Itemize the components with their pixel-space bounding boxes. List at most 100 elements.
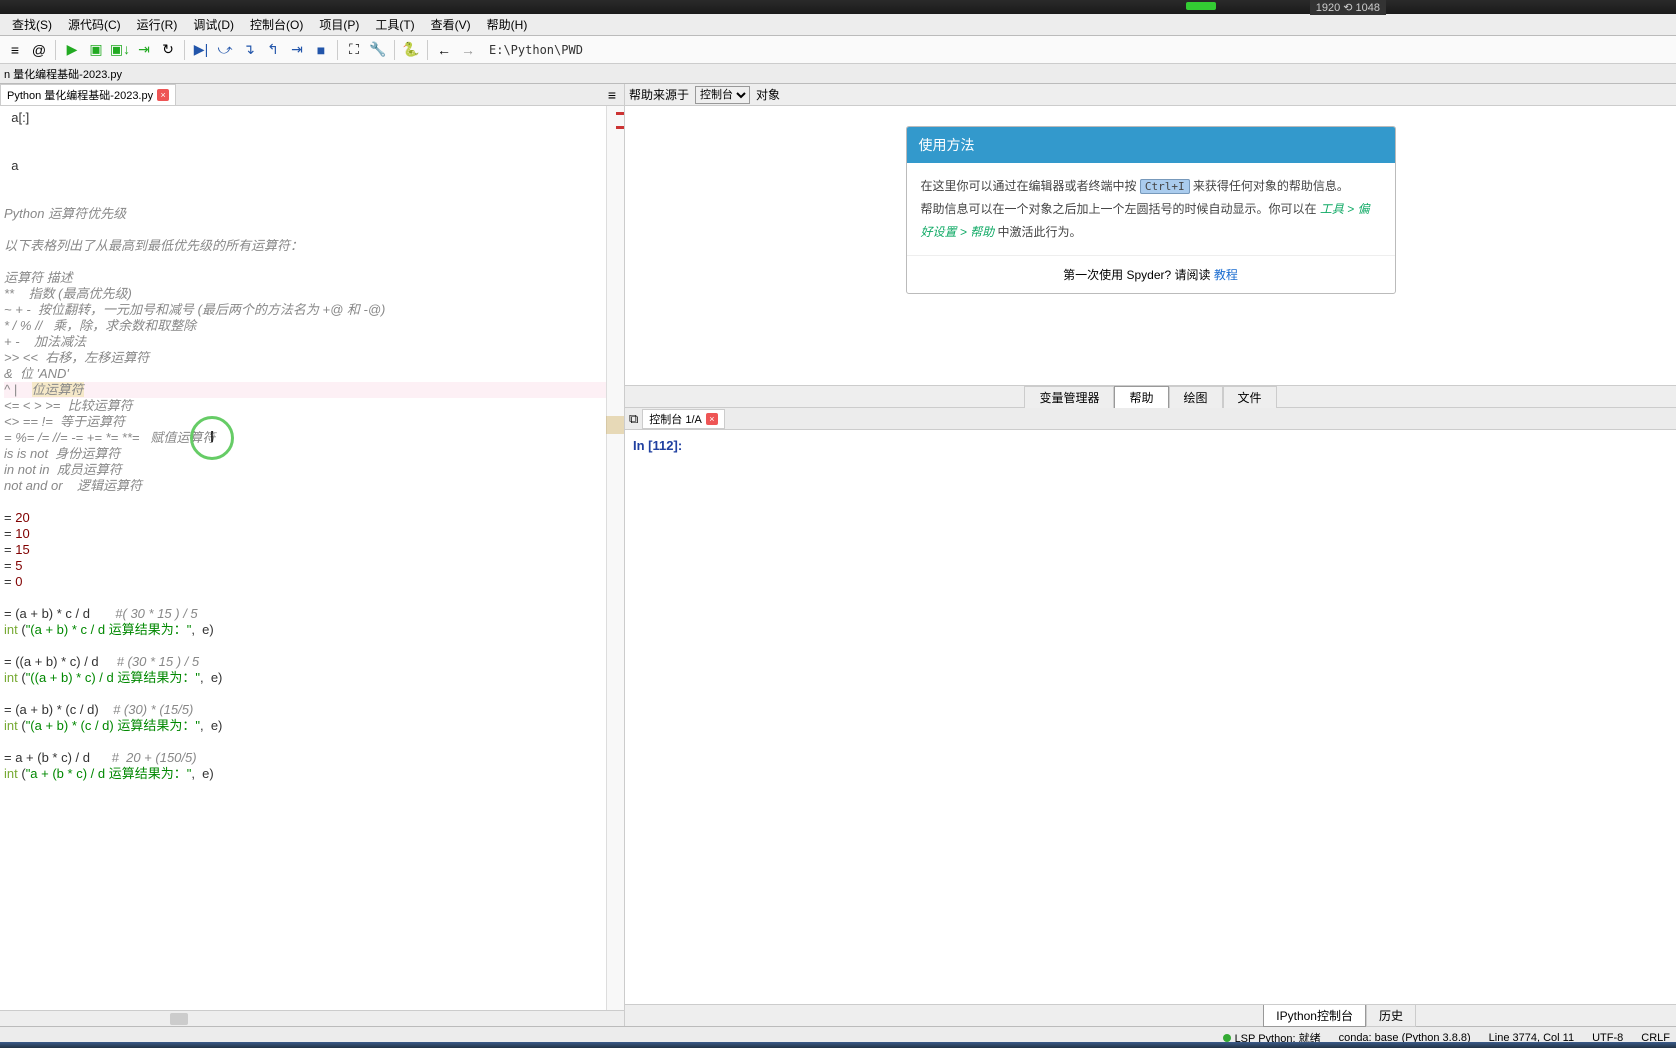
editor-tabs: Python 量化编程基础-2023.py × ≡ — [0, 84, 624, 106]
tab-plots[interactable]: 绘图 — [1169, 386, 1223, 408]
code-line: = 15 — [4, 542, 30, 557]
separator — [337, 40, 338, 60]
code-line: = %= /= //= -= += *= **= 赋值运算符 — [4, 430, 215, 445]
code-editor[interactable]: a[:] a Python 运算符优先级 以下表格列出了从最高到最低优先级的所有… — [0, 106, 624, 1010]
menubar: 查找(S) 源代码(C) 运行(R) 调试(D) 控制台(O) 项目(P) 工具… — [0, 14, 1676, 36]
tutorial-link[interactable]: 教程 — [1214, 268, 1238, 282]
code-line: a[:] — [4, 110, 29, 125]
code-line: 运算符 描述 — [4, 270, 73, 285]
tab-variable-explorer[interactable]: 变量管理器 — [1024, 386, 1114, 408]
code-line: a — [4, 158, 18, 173]
console-tabs: ⧉ 控制台 1/A × — [625, 408, 1676, 430]
code-line: >> << 右移，左移运算符 — [4, 350, 149, 365]
help-card-title: 使用方法 — [907, 127, 1395, 163]
kbd-shortcut: Ctrl+I — [1140, 179, 1190, 194]
help-source-label: 帮助来源于 — [629, 86, 689, 103]
file-path: n 量化编程基础-2023.py — [4, 66, 122, 82]
step-out-icon[interactable]: ↰ — [262, 39, 284, 61]
step-over-icon[interactable]: ⤻ — [214, 39, 236, 61]
current-line: ^ | 位运算符 — [4, 382, 624, 398]
help-card-body: 在这里你可以通过在编辑器或者终端中按 Ctrl+I 来获得任何对象的帮助信息。 … — [907, 163, 1395, 255]
menu-find[interactable]: 查找(S) — [4, 14, 60, 35]
help-pane: 使用方法 在这里你可以通过在编辑器或者终端中按 Ctrl+I 来获得任何对象的帮… — [625, 106, 1676, 386]
menu-view[interactable]: 查看(V) — [423, 14, 479, 35]
h-scrollbar[interactable] — [0, 1010, 624, 1026]
code-line: = 10 — [4, 526, 30, 541]
code-line: = ((a + b) * c) / d # (30 * 15 ) / 5 — [4, 654, 199, 669]
stop-debug-icon[interactable]: ■ — [310, 39, 332, 61]
step-into-icon[interactable]: ↴ — [238, 39, 260, 61]
help-source-select[interactable]: 控制台 — [695, 86, 750, 104]
code-line: 以下表格列出了从最高到最低优先级的所有运算符： — [4, 238, 303, 253]
resolution-badge: 1920 ⟲ 1048 — [1310, 0, 1386, 15]
console-tabbar-icon[interactable]: ⧉ — [629, 411, 638, 427]
toolbar: ≡ @ ▶ ▣ ▣↓ ⇥ ↻ ▶| ⤻ ↴ ↰ ⇥ ■ ⛶ 🔧 🐍 ← → E:… — [0, 36, 1676, 64]
wrench-icon[interactable]: 🔧 — [367, 39, 389, 61]
code-line: = 20 — [4, 510, 30, 525]
tab-help[interactable]: 帮助 — [1114, 386, 1168, 408]
back-icon[interactable]: ← — [433, 39, 455, 61]
pythonpath-icon[interactable]: 🐍 — [400, 39, 422, 61]
code-line: = (a + b) * (c / d) # (30) * (15/5) — [4, 702, 193, 717]
code-line: = 5 — [4, 558, 22, 573]
code-line: is is not 身份运算符 — [4, 446, 120, 461]
code-line: & 位 'AND' — [4, 366, 69, 381]
ipython-console[interactable]: In [112]: — [625, 430, 1676, 1004]
continue-icon[interactable]: ⇥ — [286, 39, 308, 61]
console-tab-label: 控制台 1/A — [649, 411, 702, 427]
tab-history[interactable]: 历史 — [1366, 1005, 1416, 1027]
menu-project[interactable]: 项目(P) — [311, 14, 367, 35]
code-text: ^ | — [4, 382, 32, 397]
tab-files[interactable]: 文件 — [1223, 386, 1277, 408]
working-dir-path: E:\Python\PWD — [489, 43, 583, 57]
run-cell-advance-icon[interactable]: ▣↓ — [109, 39, 131, 61]
forward-icon[interactable]: → — [457, 39, 479, 61]
console-pane-tabs: IPython控制台 历史 — [625, 1004, 1676, 1026]
minimap-mark — [616, 112, 624, 115]
menu-run[interactable]: 运行(R) — [129, 14, 186, 35]
code-line: <= < > >= 比较运算符 — [4, 398, 133, 413]
help-toolbar: 帮助来源于 控制台 对象 — [625, 84, 1676, 106]
menu-debug[interactable]: 调试(D) — [185, 14, 242, 35]
code-line: Python 运算符优先级 — [4, 206, 126, 221]
battery-indicator — [1186, 2, 1216, 10]
editor-tab-active[interactable]: Python 量化编程基础-2023.py × — [0, 84, 176, 105]
code-line: ** 指数 (最高优先级) — [4, 286, 132, 301]
code-line: = (a + b) * c / d #( 30 * 15 ) / 5 — [4, 606, 198, 621]
scrollbar-thumb[interactable] — [170, 1013, 188, 1025]
minimap[interactable] — [606, 106, 624, 1010]
right-pane-tabs: 变量管理器 帮助 绘图 文件 — [625, 386, 1676, 408]
code-line: int ("(a + b) * c / d 运算结果为：", e) — [4, 622, 214, 637]
close-icon[interactable]: × — [157, 89, 169, 101]
highlighted-text: 位运算符 — [32, 382, 84, 397]
debug-icon[interactable]: ▶| — [190, 39, 212, 61]
hamburger-icon[interactable]: ≡ — [608, 87, 616, 103]
tab-ipython-console[interactable]: IPython控制台 — [1263, 1005, 1366, 1027]
close-icon[interactable]: × — [706, 413, 718, 425]
code-line: in not in 成员运算符 — [4, 462, 122, 477]
minimap-mark — [616, 126, 624, 129]
console-prompt-in: In [ — [633, 438, 653, 453]
code-line: <> == != 等于运算符 — [4, 414, 125, 429]
fullscreen-icon[interactable]: ⛶ — [343, 39, 365, 61]
separator — [394, 40, 395, 60]
code-line: = 0 — [4, 574, 22, 589]
menu-tools[interactable]: 工具(T) — [367, 14, 422, 35]
console-tab[interactable]: 控制台 1/A × — [642, 409, 725, 429]
run-selection-icon[interactable]: ⇥ — [133, 39, 155, 61]
list-icon[interactable]: ≡ — [4, 39, 26, 61]
rerun-icon[interactable]: ↻ — [157, 39, 179, 61]
at-icon[interactable]: @ — [28, 39, 50, 61]
menu-console[interactable]: 控制台(O) — [242, 14, 311, 35]
run-icon[interactable]: ▶ — [61, 39, 83, 61]
run-cell-icon[interactable]: ▣ — [85, 39, 107, 61]
code-line: int ("(a + b) * (c / d) 运算结果为：", e) — [4, 718, 222, 733]
help-card: 使用方法 在这里你可以通过在编辑器或者终端中按 Ctrl+I 来获得任何对象的帮… — [906, 126, 1396, 294]
menu-source[interactable]: 源代码(C) — [60, 14, 129, 35]
console-prompt-close: ]: — [673, 438, 682, 453]
os-taskbar[interactable] — [0, 1042, 1676, 1048]
separator — [184, 40, 185, 60]
code-line: * / % // 乘，除，求余数和取整除 — [4, 318, 196, 333]
minimap-viewport[interactable] — [606, 416, 624, 434]
menu-help[interactable]: 帮助(H) — [479, 14, 536, 35]
